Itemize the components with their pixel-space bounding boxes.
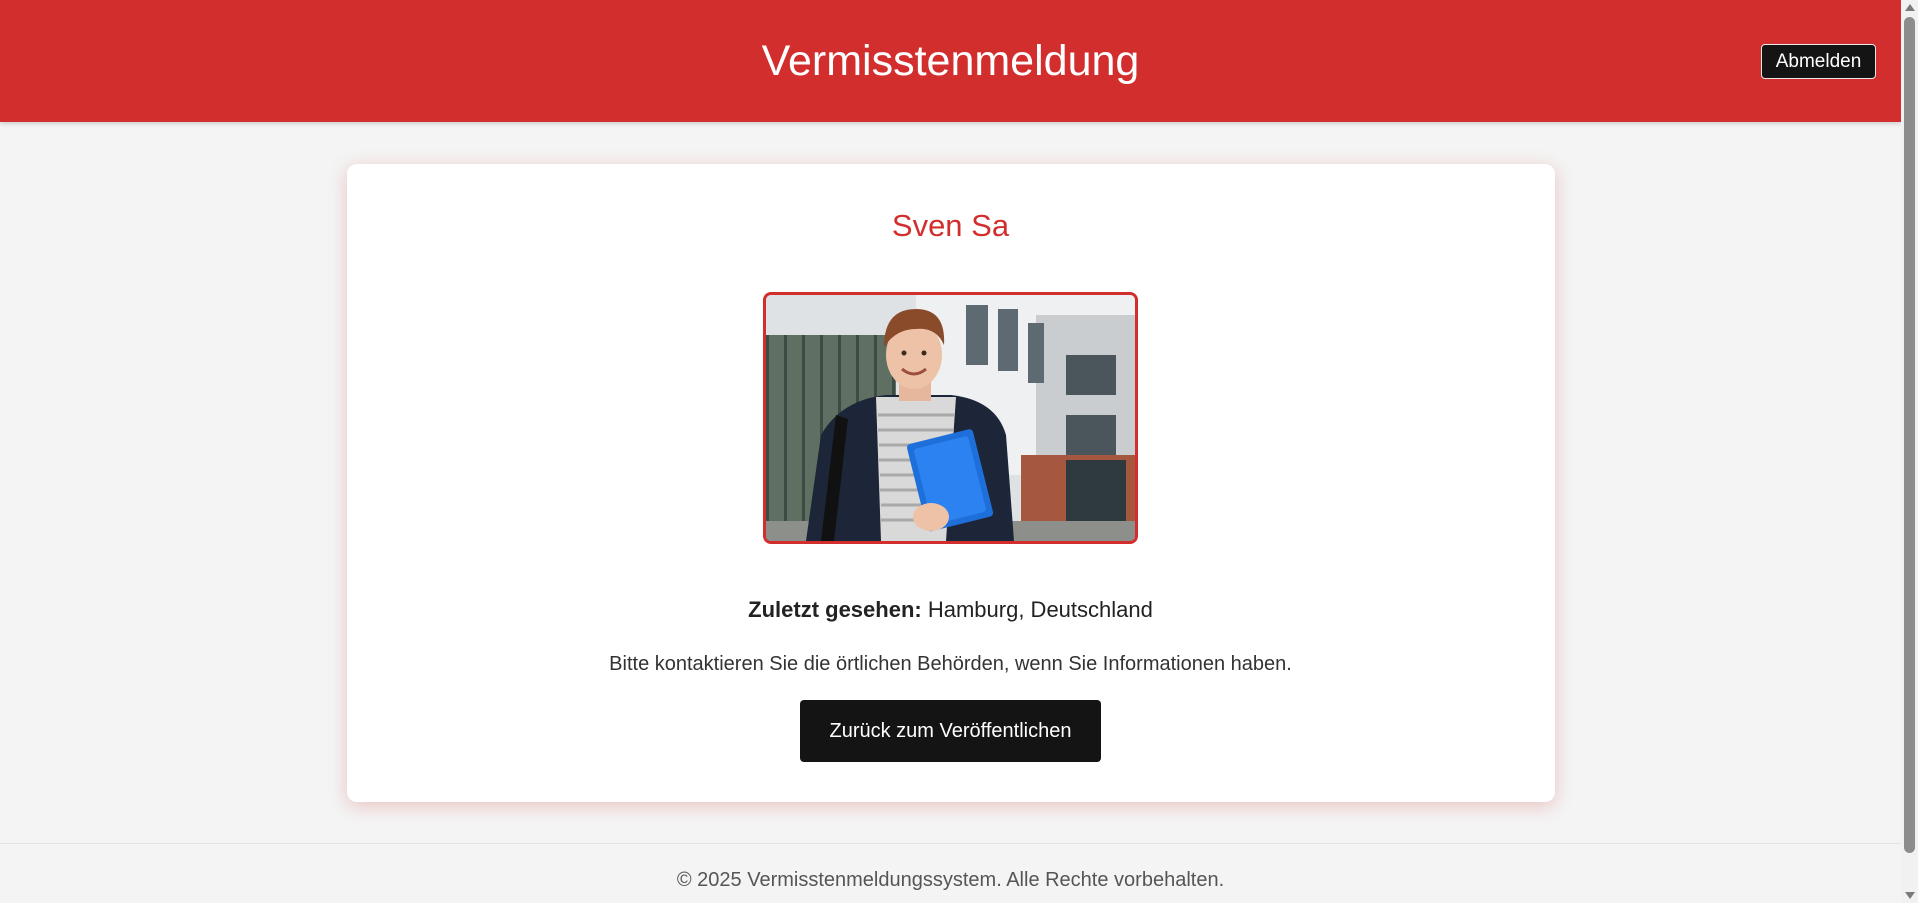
scroll-down-arrow-icon[interactable]	[1905, 892, 1915, 899]
person-photo-icon	[766, 295, 1135, 541]
content-area: Vermisstenmeldung Abmelden Sven Sa Zulet…	[0, 0, 1901, 903]
contact-note: Bitte kontaktieren Sie die örtlichen Beh…	[609, 653, 1292, 675]
vertical-scrollbar[interactable]	[1901, 0, 1918, 903]
last-seen: Zuletzt gesehen: Hamburg, Deutschland	[0, 597, 1901, 623]
logout-button[interactable]: Abmelden	[1761, 44, 1876, 79]
person-name: Sven Sa	[891, 208, 1010, 243]
scroll-thumb[interactable]	[1904, 17, 1915, 853]
last-seen-value: Hamburg, Deutschland	[927, 597, 1153, 622]
last-seen-label: Zuletzt gesehen:	[748, 597, 922, 622]
page-title: Vermisstenmeldung	[761, 37, 1140, 85]
person-photo	[763, 292, 1138, 544]
footer: © 2025 Vermisstenmeldungssystem. Alle Re…	[0, 843, 1901, 903]
top-header: Vermisstenmeldung Abmelden	[0, 0, 1901, 122]
back-to-publish-button[interactable]: Zurück zum Veröffentlichen	[800, 700, 1101, 762]
scroll-up-arrow-icon[interactable]	[1905, 4, 1915, 11]
footer-copyright: © 2025 Vermisstenmeldungssystem. Alle Re…	[676, 869, 1225, 891]
page: Vermisstenmeldung Abmelden Sven Sa Zulet…	[0, 0, 1918, 903]
